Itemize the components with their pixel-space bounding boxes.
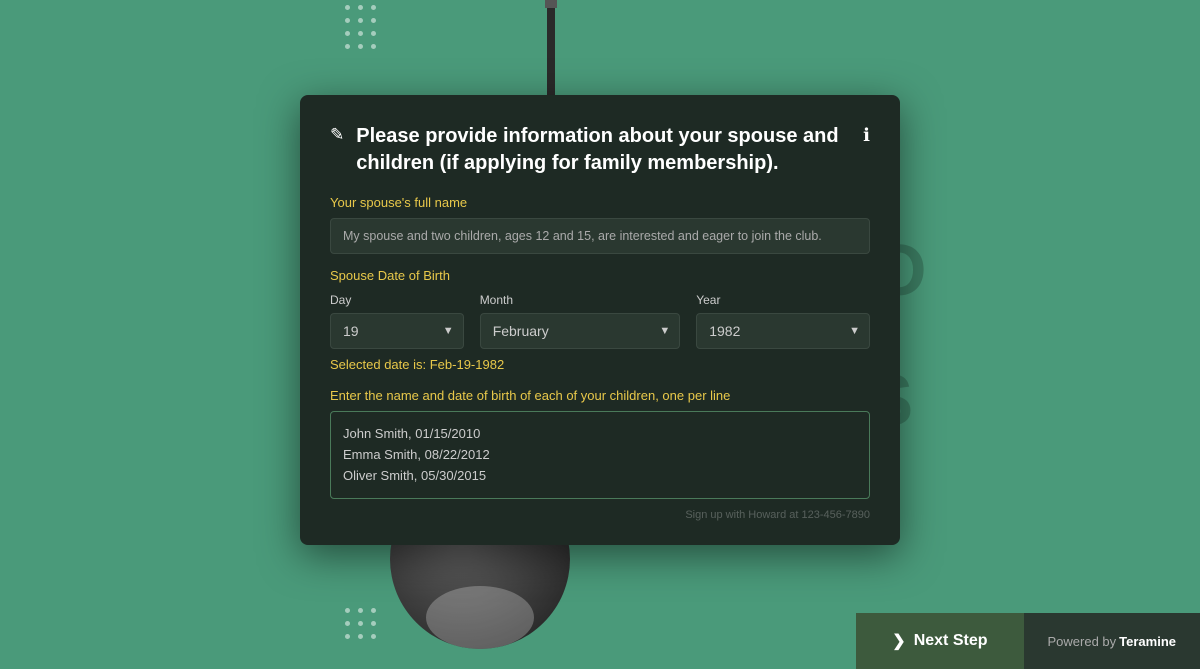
- month-label: Month: [480, 293, 681, 307]
- edit-icon: ✎: [330, 125, 344, 145]
- powered-by-label: Powered by: [1048, 634, 1117, 649]
- day-select-wrapper: 12345 678910 1112131415 1617181920 21222…: [330, 313, 464, 349]
- dots-top: [345, 5, 376, 49]
- modal-title: Please provide information about your sp…: [356, 123, 851, 177]
- children-textarea[interactable]: John Smith, 01/15/2010 Emma Smith, 08/22…: [330, 411, 870, 499]
- day-field: Day 12345 678910 1112131415 1617181920 2…: [330, 293, 464, 349]
- children-label: Enter the name and date of birth of each…: [330, 388, 870, 403]
- modal-header: ✎ Please provide information about your …: [330, 123, 870, 177]
- spouse-name-label: Your spouse's full name: [330, 195, 870, 210]
- next-step-icon: ❯: [892, 631, 905, 651]
- month-select-wrapper: JanuaryFebruaryMarchApril MayJuneJulyAug…: [480, 313, 681, 349]
- year-label: Year: [696, 293, 870, 307]
- next-step-button[interactable]: ❯ Next Step: [856, 613, 1023, 669]
- info-icon[interactable]: ℹ: [863, 125, 870, 146]
- dots-bottom-left: [345, 608, 376, 639]
- selected-date-label: Selected date is:: [330, 357, 430, 372]
- day-label: Day: [330, 293, 464, 307]
- spouse-dob-label: Spouse Date of Birth: [330, 268, 870, 283]
- year-field: Year 19701971197219731974 19751976197719…: [696, 293, 870, 349]
- date-row: Day 12345 678910 1112131415 1617181920 2…: [330, 293, 870, 349]
- modal: ✎ Please provide information about your …: [300, 95, 900, 545]
- month-field: Month JanuaryFebruaryMarchApril MayJuneJ…: [480, 293, 681, 349]
- month-select[interactable]: JanuaryFebruaryMarchApril MayJuneJulyAug…: [480, 313, 681, 349]
- powered-by-area: Powered by Teramine: [1024, 613, 1200, 669]
- selected-date-value: Feb-19-1982: [430, 357, 504, 372]
- selected-date: Selected date is: Feb-19-1982: [330, 357, 870, 372]
- signup-text: Sign up with Howard at 123-456-7890: [330, 509, 870, 521]
- year-select[interactable]: 19701971197219731974 1975197619771978197…: [696, 313, 870, 349]
- powered-by-brand: Teramine: [1119, 634, 1176, 649]
- day-select[interactable]: 12345 678910 1112131415 1617181920 21222…: [330, 313, 464, 349]
- next-step-label: Next Step: [914, 632, 988, 650]
- bottom-bar: ❯ Next Step Powered by Teramine: [856, 613, 1200, 669]
- year-select-wrapper: 19701971197219731974 1975197619771978197…: [696, 313, 870, 349]
- spouse-name-input[interactable]: [330, 218, 870, 254]
